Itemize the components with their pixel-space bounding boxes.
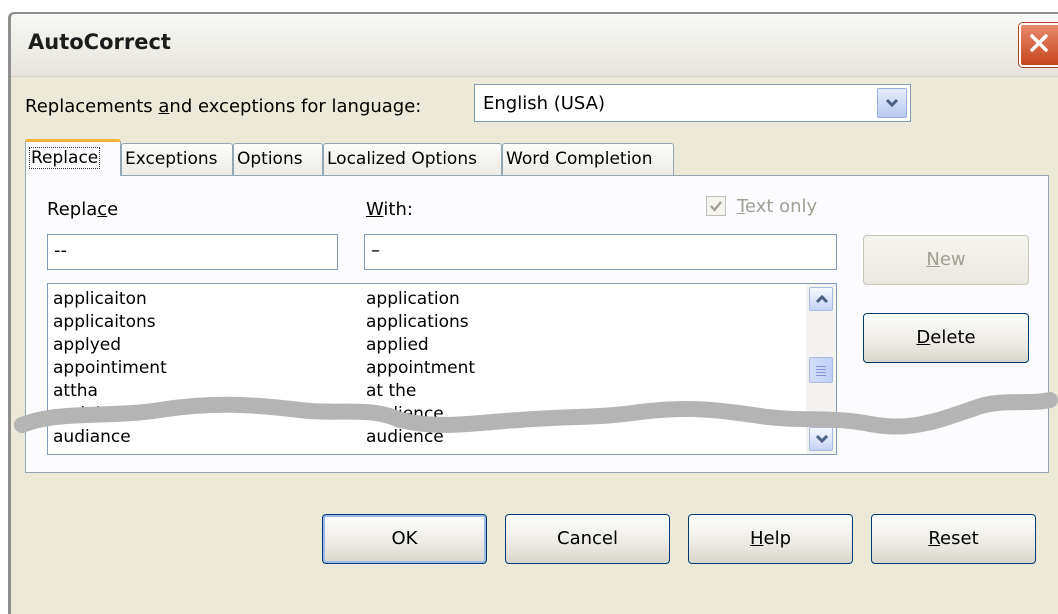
with-cell: applications <box>366 312 469 332</box>
help-button[interactable]: Help <box>688 514 853 564</box>
replace-cell: attha <box>53 381 98 401</box>
language-dropdown-button[interactable] <box>877 88 907 118</box>
vertical-scrollbar[interactable] <box>806 284 836 454</box>
ok-button[interactable]: OK <box>322 514 487 564</box>
checkmark-icon <box>710 201 722 212</box>
tab-localized-options[interactable]: Localized Options <box>323 143 502 175</box>
with-cell: audience <box>366 404 444 424</box>
with-cell: at the <box>366 381 417 401</box>
chevron-down-icon <box>885 98 899 108</box>
close-icon <box>1030 34 1048 52</box>
tab-replace[interactable]: Replace <box>25 139 121 176</box>
replace-cell: applicaiton <box>53 289 147 309</box>
tab-options[interactable]: Options <box>233 143 323 175</box>
table-row[interactable]: appointiment appointment <box>48 357 806 379</box>
with-cell: application <box>366 289 460 309</box>
tab-word-completion[interactable]: Word Completion <box>502 143 674 175</box>
replace-cell: applicaitons <box>53 312 156 332</box>
replace-cell: appointiment <box>53 358 167 378</box>
with-cell: audience <box>366 427 444 447</box>
scroll-up-button[interactable] <box>809 287 833 311</box>
replace-input[interactable]: -- <box>47 234 338 270</box>
text-only-checkbox[interactable] <box>706 196 726 216</box>
replace-cell: audiance <box>53 427 131 447</box>
with-cell: appointment <box>366 358 476 378</box>
with-input[interactable]: – <box>364 234 837 270</box>
language-select[interactable]: English (USA) <box>474 84 911 122</box>
dialog-title: AutoCorrect <box>28 30 171 54</box>
table-row[interactable]: attha at the <box>48 380 806 402</box>
table-row[interactable]: audeince audience <box>48 403 806 425</box>
reset-button[interactable]: Reset <box>871 514 1036 564</box>
title-bar: AutoCorrect <box>11 14 1058 77</box>
table-row[interactable]: applyed applied <box>48 334 806 356</box>
with-cell: applied <box>366 335 429 355</box>
with-label: With: <box>366 199 413 220</box>
table-row[interactable]: applicaiton application <box>48 288 806 310</box>
language-label: Replacements and exceptions for language… <box>25 96 422 117</box>
close-button[interactable] <box>1019 23 1058 67</box>
delete-button[interactable]: Delete <box>863 313 1029 363</box>
cancel-button[interactable]: Cancel <box>505 514 670 564</box>
replace-label: Replace <box>47 199 119 220</box>
scroll-down-button[interactable] <box>809 427 833 451</box>
table-row[interactable]: applicaitons applications <box>48 311 806 333</box>
table-row[interactable]: audiance audience <box>48 426 806 448</box>
replace-cell: audeince <box>53 404 131 424</box>
scrollbar-thumb[interactable] <box>809 357 833 383</box>
chevron-down-icon <box>815 434 829 444</box>
replacement-table[interactable]: applicaiton application applicaitons appli… <box>47 283 837 455</box>
new-button[interactable]: New <box>863 235 1029 285</box>
replace-cell: applyed <box>53 335 122 355</box>
language-select-value: English (USA) <box>483 93 606 114</box>
tab-exceptions[interactable]: Exceptions <box>121 143 233 175</box>
text-only-label: Text only <box>737 196 818 217</box>
chevron-up-icon <box>815 294 829 304</box>
